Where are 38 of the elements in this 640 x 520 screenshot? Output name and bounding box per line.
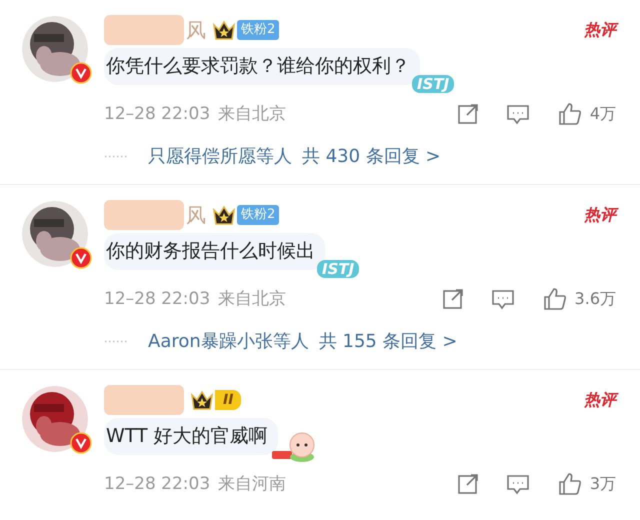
- reply-count-link[interactable]: 共 155 条回复 >: [318, 328, 458, 355]
- sticker-label: ISTJ: [412, 74, 454, 92]
- user-name[interactable]: 风: [186, 200, 206, 230]
- hot-comment-tag: 热评: [584, 388, 616, 412]
- share-icon[interactable]: [456, 102, 480, 126]
- crown-icon: [190, 389, 214, 411]
- like-button[interactable]: 4万: [558, 102, 616, 126]
- like-button[interactable]: 3万: [558, 472, 616, 496]
- reply-users[interactable]: Aaron暴躁小张等人: [148, 328, 309, 355]
- fan-badge: 铁粉2: [237, 205, 280, 225]
- thumbs-up-icon: [558, 102, 582, 126]
- share-icon[interactable]: [440, 287, 465, 312]
- comment-time: 12–28 22:03: [104, 288, 210, 310]
- comment-time: 12–28 22:03: [104, 472, 210, 496]
- reply-users[interactable]: 只愿得偿所愿等人: [148, 143, 292, 170]
- hot-comment-tag: 热评: [584, 203, 616, 227]
- comment-icon[interactable]: [490, 287, 515, 312]
- comment-icon[interactable]: [506, 472, 530, 496]
- comment-location: 来自北京: [218, 288, 286, 310]
- user-name[interactable]: 风: [186, 15, 206, 45]
- comment-text: 你凭什么要求罚款？谁给你的权利？: [106, 54, 410, 79]
- comment-location: 来自河南: [218, 472, 286, 496]
- crown-icon: [212, 204, 236, 226]
- comment-text: WTT 好大的官威啊: [106, 424, 268, 449]
- comment-text: 你的财务报告什么时候出: [106, 239, 315, 264]
- reply-count-link[interactable]: 共 430 条回复 >: [302, 143, 441, 170]
- like-button[interactable]: 3.6万: [542, 287, 616, 312]
- comment-time: 12–28 22:03: [104, 102, 210, 126]
- thumbs-up-icon: [542, 287, 567, 312]
- sticker-label: ISTJ: [317, 260, 360, 278]
- crown-icon: [212, 19, 236, 41]
- comment-location: 来自北京: [218, 102, 286, 126]
- level-badge: II: [215, 390, 242, 410]
- fan-badge: 铁粉2: [237, 20, 280, 40]
- thumbs-up-icon: [558, 472, 582, 496]
- share-icon[interactable]: [456, 472, 480, 496]
- comment-icon[interactable]: [506, 102, 530, 126]
- hot-comment-tag: 热评: [584, 18, 616, 42]
